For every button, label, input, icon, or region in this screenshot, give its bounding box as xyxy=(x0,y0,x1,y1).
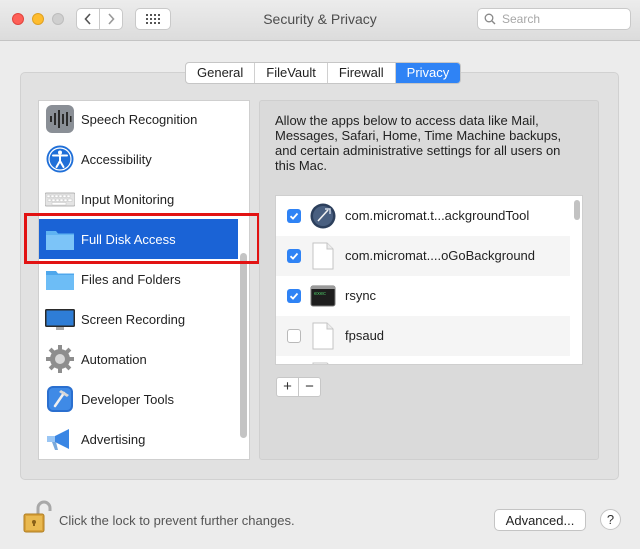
tab-general[interactable]: General xyxy=(186,63,256,83)
add-app-button[interactable]: + xyxy=(277,378,299,396)
app-name: rsync xyxy=(345,288,377,303)
sidebar-item-speech-recognition[interactable]: Speech Recognition xyxy=(39,101,238,139)
list-item[interactable] xyxy=(276,356,570,364)
sidebar-item-label: Advertising xyxy=(81,431,146,447)
help-button[interactable]: ? xyxy=(600,509,621,530)
document-icon xyxy=(312,242,334,270)
folder-icon xyxy=(46,271,74,290)
sidebar-item-screen-recording[interactable]: Screen Recording xyxy=(39,299,238,339)
document-icon xyxy=(312,362,329,364)
sidebar-item-label: Files and Folders xyxy=(81,271,181,287)
access-description: Allow the apps below to access data like… xyxy=(275,113,562,173)
sidebar-item-files-and-folders[interactable]: Files and Folders xyxy=(39,259,238,299)
sidebar-item-label: Accessibility xyxy=(81,151,152,167)
display-icon xyxy=(45,309,75,330)
sidebar-item-label: Automation xyxy=(81,351,147,367)
tab-filevault[interactable]: FileVault xyxy=(255,63,328,83)
title-bar: Security & Privacy xyxy=(0,0,640,41)
preferences-window: Security & Privacy General FileVault Fir… xyxy=(0,0,640,549)
hammer-icon xyxy=(47,386,73,412)
svg-text:exec: exec xyxy=(314,291,326,297)
search-field[interactable] xyxy=(477,8,631,30)
app-list[interactable]: com.micromat.t...ackgroundTool com.micro… xyxy=(275,195,583,365)
megaphone-icon xyxy=(47,429,69,450)
app-name: com.micromat.t...ackgroundTool xyxy=(345,208,530,223)
list-item[interactable]: fpsaud xyxy=(276,316,570,356)
sidebar-item-label: Screen Recording xyxy=(81,311,186,327)
checkmark-icon xyxy=(289,292,299,300)
app-list-scrollbar[interactable] xyxy=(574,200,580,220)
sidebar-item-developer-tools[interactable]: Developer Tools xyxy=(39,379,238,419)
app-checkbox[interactable] xyxy=(287,249,301,263)
lock-message: Click the lock to prevent further change… xyxy=(59,513,295,528)
gear-icon xyxy=(46,345,74,373)
checkmark-icon xyxy=(289,212,299,220)
list-item[interactable]: exec rsync xyxy=(276,276,570,316)
app-icon xyxy=(310,203,336,229)
sidebar-item-label: Developer Tools xyxy=(81,391,174,407)
highlight-box xyxy=(24,213,260,264)
sidebar-item-label: Input Monitoring xyxy=(81,191,175,207)
sidebar-item-automation[interactable]: Automation xyxy=(39,339,238,379)
tab-firewall[interactable]: Firewall xyxy=(328,63,396,83)
document-icon xyxy=(312,322,334,350)
search-input[interactable] xyxy=(500,11,624,27)
accessibility-icon xyxy=(46,145,74,173)
app-name: com.micromat....oGoBackground xyxy=(345,248,536,263)
checkmark-icon xyxy=(289,252,299,260)
sidebar-item-label: Speech Recognition xyxy=(81,111,198,127)
list-item[interactable]: com.micromat.t...ackgroundTool xyxy=(276,196,570,236)
app-name: fpsaud xyxy=(345,328,385,343)
tab-privacy[interactable]: Privacy xyxy=(395,63,461,83)
lock-icon[interactable] xyxy=(22,500,52,534)
keyboard-icon xyxy=(45,192,75,207)
list-item[interactable]: com.micromat....oGoBackground xyxy=(276,236,570,276)
sidebar-scrollbar[interactable] xyxy=(240,253,247,438)
tab-bar: General FileVault Firewall Privacy xyxy=(185,62,462,84)
app-checkbox[interactable] xyxy=(287,329,301,343)
waveform-icon xyxy=(46,105,74,133)
search-icon xyxy=(484,13,496,25)
sidebar-item-advertising[interactable]: Advertising xyxy=(39,419,238,459)
remove-app-button[interactable]: − xyxy=(299,378,320,396)
app-checkbox[interactable] xyxy=(287,289,301,303)
advanced-button[interactable]: Advanced... xyxy=(494,509,586,531)
add-remove-control: + − xyxy=(276,377,321,397)
terminal-icon: exec xyxy=(310,285,336,307)
app-checkbox[interactable] xyxy=(287,209,301,223)
sidebar-item-accessibility[interactable]: Accessibility xyxy=(39,139,238,179)
privacy-category-list[interactable]: Speech Recognition Accessibility Input M… xyxy=(38,100,250,460)
